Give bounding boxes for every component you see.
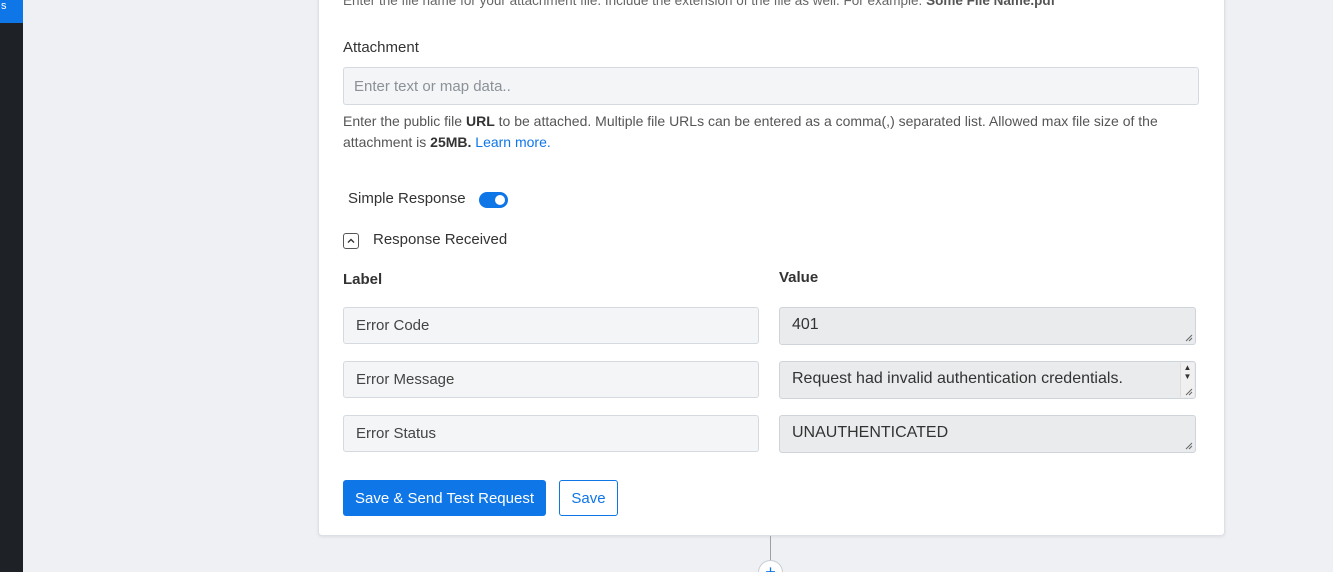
value-column-header: Value	[779, 269, 819, 286]
error-code-label-field[interactable]: Error Code	[343, 307, 759, 344]
attachment-help-url: URL	[465, 113, 495, 129]
save-send-test-button[interactable]: Save & Send Test Request	[343, 480, 546, 516]
simple-response-toggle[interactable]	[479, 192, 508, 208]
add-step-icon[interactable]: +	[758, 560, 783, 572]
simple-response-label: Simple Response	[348, 190, 466, 207]
error-status-value-field[interactable]: UNAUTHENTICATED	[779, 415, 1196, 453]
learn-more-link[interactable]: Learn more.	[475, 134, 550, 150]
attachment-help-size: 25MB.	[430, 134, 472, 150]
scroll-down-icon[interactable]: ▼	[1181, 372, 1194, 381]
file-name-hint-example: Some File Name.pdf	[926, 0, 1056, 8]
error-code-value-field[interactable]: 401	[779, 307, 1196, 345]
rail-active-item[interactable]: s	[0, 0, 23, 23]
error-message-label-field[interactable]: Error Message	[343, 361, 759, 398]
toggle-knob	[495, 195, 505, 205]
attachment-label: Attachment	[343, 39, 419, 56]
resize-grip-icon[interactable]	[1185, 388, 1193, 396]
resize-grip-icon[interactable]	[1185, 334, 1193, 342]
error-status-value: UNAUTHENTICATED	[792, 424, 949, 441]
response-received-title: Response Received	[373, 231, 508, 248]
file-name-hint: Enter the file name for your attachment …	[343, 0, 1203, 8]
file-name-hint-text: Enter the file name for your attachment …	[343, 0, 927, 8]
error-message-value: Request had invalid authentication crede…	[792, 370, 1123, 387]
label-column-header: Label	[343, 271, 383, 288]
attachment-help: Enter the public file URL to be attached…	[343, 111, 1203, 153]
error-code-value: 401	[792, 316, 819, 333]
resize-grip-icon[interactable]	[1185, 442, 1193, 450]
attachment-input[interactable]	[343, 67, 1199, 105]
error-status-label-field[interactable]: Error Status	[343, 415, 759, 452]
left-rail: s	[0, 0, 23, 572]
attachment-help-pre: Enter the public file	[343, 113, 466, 129]
save-button[interactable]: Save	[559, 480, 618, 516]
error-message-overflow: Expected OAuth 2 access token, login coo…	[792, 388, 1073, 398]
scroll-up-icon[interactable]: ▲	[1181, 363, 1194, 372]
error-message-value-field[interactable]: Request had invalid authentication crede…	[779, 361, 1196, 399]
chevron-up-icon[interactable]	[343, 233, 359, 249]
